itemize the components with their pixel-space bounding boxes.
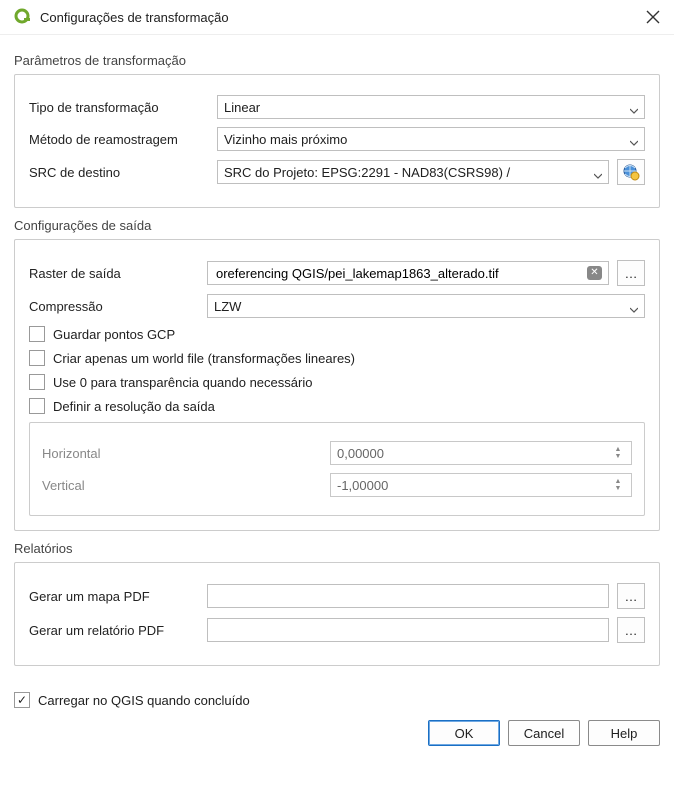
help-button[interactable]: Help (588, 720, 660, 746)
reports-section-title: Relatórios (14, 541, 660, 556)
ellipsis-icon: … (625, 589, 638, 604)
vertical-value: -1,00000 (337, 478, 388, 493)
horizontal-value: 0,00000 (337, 446, 384, 461)
vertical-label: Vertical (42, 478, 322, 493)
chevron-down-icon (630, 135, 638, 143)
reports-group: Gerar um mapa PDF … Gerar um relatório P… (14, 562, 660, 666)
qgis-app-icon (14, 8, 32, 26)
output-section-title: Configurações de saída (14, 218, 660, 233)
dest-src-value: SRC do Projeto: EPSG:2291 - NAD83(CSRS98… (224, 165, 510, 180)
load-in-qgis-label: Carregar no QGIS quando concluído (38, 693, 250, 708)
window-title: Configurações de transformação (40, 10, 646, 25)
params-section-title: Parâmetros de transformação (14, 53, 660, 68)
dest-src-label: SRC de destino (29, 165, 209, 180)
horizontal-label: Horizontal (42, 446, 322, 461)
zero-transparency-checkbox[interactable] (29, 374, 45, 390)
params-group: Tipo de transformação Linear Método de r… (14, 74, 660, 208)
vertical-spin[interactable]: -1,00000 ▲▼ (330, 473, 632, 497)
load-in-qgis-checkbox[interactable] (14, 692, 30, 708)
raster-output-field[interactable]: ✕ (207, 261, 609, 285)
transform-type-label: Tipo de transformação (29, 100, 209, 115)
raster-browse-button[interactable]: … (617, 260, 645, 286)
pdf-report-input[interactable] (214, 622, 602, 639)
pdf-report-label: Gerar um relatório PDF (29, 623, 199, 638)
resolution-group: Horizontal 0,00000 ▲▼ Vertical -1,00000 … (29, 422, 645, 516)
clear-input-icon[interactable]: ✕ (587, 266, 602, 280)
raster-output-label: Raster de saída (29, 266, 199, 281)
compression-value: LZW (214, 299, 241, 314)
zero-transparency-label: Use 0 para transparência quando necessár… (53, 375, 312, 390)
resample-select[interactable]: Vizinho mais próximo (217, 127, 645, 151)
resample-value: Vizinho mais próximo (224, 132, 347, 147)
compression-select[interactable]: LZW (207, 294, 645, 318)
output-group: Raster de saída ✕ … Compressão LZW Guard… (14, 239, 660, 531)
transform-type-select[interactable]: Linear (217, 95, 645, 119)
cancel-button[interactable]: Cancel (508, 720, 580, 746)
transform-type-value: Linear (224, 100, 260, 115)
pdf-map-field[interactable] (207, 584, 609, 608)
horizontal-spin[interactable]: 0,00000 ▲▼ (330, 441, 632, 465)
set-resolution-label: Definir a resolução da saída (53, 399, 215, 414)
pdf-map-label: Gerar um mapa PDF (29, 589, 199, 604)
ellipsis-icon: … (625, 266, 638, 281)
dest-src-select[interactable]: SRC do Projeto: EPSG:2291 - NAD83(CSRS98… (217, 160, 609, 184)
compression-label: Compressão (29, 299, 199, 314)
world-file-checkbox[interactable] (29, 350, 45, 366)
pdf-report-field[interactable] (207, 618, 609, 642)
save-gcp-label: Guardar pontos GCP (53, 327, 175, 342)
chevron-down-icon (630, 103, 638, 111)
pdf-map-browse-button[interactable]: … (617, 583, 645, 609)
ok-button[interactable]: OK (428, 720, 500, 746)
close-icon[interactable] (646, 10, 660, 24)
set-resolution-checkbox[interactable] (29, 398, 45, 414)
raster-output-input[interactable] (214, 265, 583, 282)
pdf-map-input[interactable] (214, 588, 602, 605)
resample-label: Método de reamostragem (29, 132, 209, 147)
chevron-down-icon (630, 302, 638, 310)
crs-picker-button[interactable] (617, 159, 645, 185)
chevron-down-icon (594, 168, 602, 176)
world-file-label: Criar apenas um world file (transformaçõ… (53, 351, 355, 366)
spin-arrows[interactable]: ▲▼ (611, 478, 625, 492)
pdf-report-browse-button[interactable]: … (617, 617, 645, 643)
save-gcp-checkbox[interactable] (29, 326, 45, 342)
spin-arrows[interactable]: ▲▼ (611, 446, 625, 460)
ellipsis-icon: … (625, 623, 638, 638)
